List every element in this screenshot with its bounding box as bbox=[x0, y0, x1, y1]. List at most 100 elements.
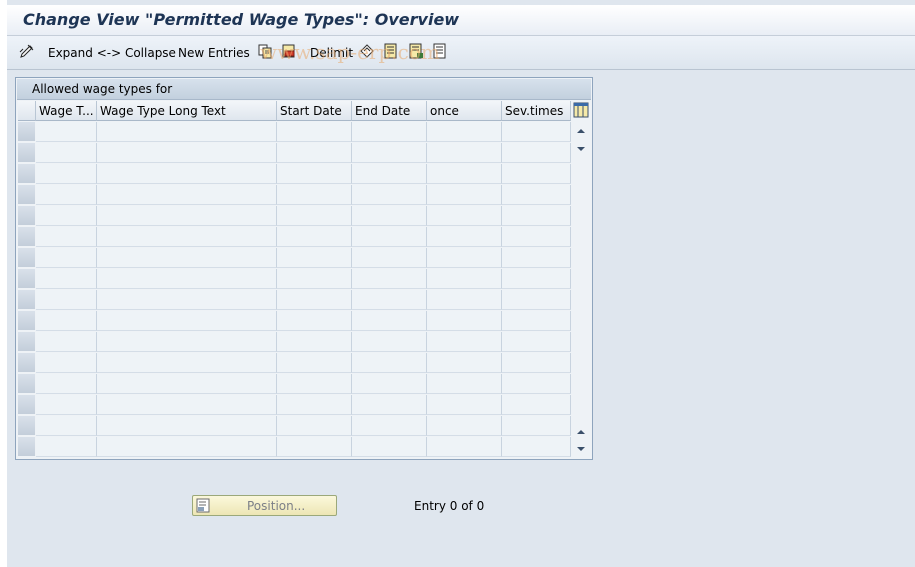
table-cell[interactable] bbox=[36, 185, 97, 205]
table-cell[interactable] bbox=[97, 332, 277, 352]
column-header-start-date[interactable]: Start Date bbox=[277, 101, 352, 121]
select-all-icon[interactable] bbox=[383, 43, 399, 59]
table-cell[interactable] bbox=[36, 311, 97, 331]
vertical-scrollbar[interactable] bbox=[572, 122, 590, 457]
table-cell[interactable] bbox=[97, 416, 277, 436]
table-cell[interactable] bbox=[97, 206, 277, 226]
copy-as-icon[interactable] bbox=[257, 43, 273, 59]
table-cell[interactable] bbox=[427, 164, 502, 184]
delimit-button[interactable]: Delimit bbox=[310, 44, 353, 62]
column-header-end-date[interactable]: End Date bbox=[352, 101, 427, 121]
table-cell[interactable] bbox=[36, 269, 97, 289]
table-cell[interactable] bbox=[277, 353, 352, 373]
table-cell[interactable] bbox=[352, 437, 427, 457]
row-selector[interactable] bbox=[18, 374, 35, 394]
table-cell[interactable] bbox=[502, 206, 571, 226]
table-cell[interactable] bbox=[36, 332, 97, 352]
row-selector[interactable] bbox=[18, 248, 35, 268]
table-cell[interactable] bbox=[277, 122, 352, 142]
table-cell[interactable] bbox=[502, 164, 571, 184]
scroll-up-icon[interactable] bbox=[576, 126, 586, 136]
column-header-sev-times[interactable]: Sev.times bbox=[502, 101, 571, 121]
undo-change-icon[interactable] bbox=[359, 43, 375, 59]
table-cell[interactable] bbox=[502, 290, 571, 310]
table-cell[interactable] bbox=[352, 332, 427, 352]
table-cell[interactable] bbox=[36, 206, 97, 226]
table-cell[interactable] bbox=[352, 290, 427, 310]
table-cell[interactable] bbox=[427, 206, 502, 226]
row-selector[interactable] bbox=[18, 332, 35, 352]
table-cell[interactable] bbox=[277, 143, 352, 163]
row-selector[interactable] bbox=[18, 416, 35, 436]
delete-icon[interactable] bbox=[281, 43, 297, 59]
table-cell[interactable] bbox=[97, 437, 277, 457]
table-cell[interactable] bbox=[502, 122, 571, 142]
table-cell[interactable] bbox=[97, 311, 277, 331]
scroll-down-icon[interactable] bbox=[576, 144, 586, 154]
table-cell[interactable] bbox=[36, 227, 97, 247]
table-cell[interactable] bbox=[36, 374, 97, 394]
row-selector[interactable] bbox=[18, 227, 35, 247]
table-cell[interactable] bbox=[97, 395, 277, 415]
table-cell[interactable] bbox=[427, 416, 502, 436]
table-cell[interactable] bbox=[427, 437, 502, 457]
table-cell[interactable] bbox=[97, 185, 277, 205]
table-cell[interactable] bbox=[502, 269, 571, 289]
table-cell[interactable] bbox=[427, 185, 502, 205]
table-cell[interactable] bbox=[502, 185, 571, 205]
column-header-once[interactable]: once bbox=[427, 101, 502, 121]
row-selector[interactable] bbox=[18, 353, 35, 373]
table-cell[interactable] bbox=[427, 143, 502, 163]
table-cell[interactable] bbox=[352, 353, 427, 373]
display-change-icon[interactable] bbox=[19, 43, 35, 59]
table-cell[interactable] bbox=[97, 290, 277, 310]
table-cell[interactable] bbox=[97, 374, 277, 394]
row-selector[interactable] bbox=[18, 143, 35, 163]
row-selector[interactable] bbox=[18, 122, 35, 142]
table-cell[interactable] bbox=[427, 122, 502, 142]
table-cell[interactable] bbox=[277, 290, 352, 310]
table-cell[interactable] bbox=[36, 416, 97, 436]
table-cell[interactable] bbox=[36, 290, 97, 310]
deselect-all-icon[interactable] bbox=[432, 43, 448, 59]
table-cell[interactable] bbox=[277, 269, 352, 289]
table-cell[interactable] bbox=[502, 143, 571, 163]
table-cell[interactable] bbox=[36, 395, 97, 415]
table-cell[interactable] bbox=[97, 227, 277, 247]
column-header-long-text[interactable]: Wage Type Long Text bbox=[97, 101, 277, 121]
row-selector[interactable] bbox=[18, 311, 35, 331]
table-cell[interactable] bbox=[502, 395, 571, 415]
table-cell[interactable] bbox=[502, 248, 571, 268]
table-cell[interactable] bbox=[502, 437, 571, 457]
table-cell[interactable] bbox=[427, 248, 502, 268]
table-cell[interactable] bbox=[352, 122, 427, 142]
table-cell[interactable] bbox=[502, 311, 571, 331]
table-cell[interactable] bbox=[352, 416, 427, 436]
table-cell[interactable] bbox=[36, 353, 97, 373]
row-selector[interactable] bbox=[18, 269, 35, 289]
table-cell[interactable] bbox=[352, 206, 427, 226]
table-cell[interactable] bbox=[277, 416, 352, 436]
table-cell[interactable] bbox=[352, 395, 427, 415]
table-cell[interactable] bbox=[502, 332, 571, 352]
new-entries-button[interactable]: New Entries bbox=[178, 44, 250, 62]
table-cell[interactable] bbox=[427, 332, 502, 352]
row-selector[interactable] bbox=[18, 164, 35, 184]
table-cell[interactable] bbox=[277, 395, 352, 415]
position-button[interactable]: Position... bbox=[192, 495, 337, 516]
table-cell[interactable] bbox=[36, 437, 97, 457]
row-selector[interactable] bbox=[18, 185, 35, 205]
table-cell[interactable] bbox=[352, 164, 427, 184]
table-cell[interactable] bbox=[97, 164, 277, 184]
table-cell[interactable] bbox=[277, 227, 352, 247]
table-cell[interactable] bbox=[502, 353, 571, 373]
table-cell[interactable] bbox=[97, 269, 277, 289]
row-selector[interactable] bbox=[18, 395, 35, 415]
table-cell[interactable] bbox=[97, 143, 277, 163]
table-cell[interactable] bbox=[427, 290, 502, 310]
table-cell[interactable] bbox=[36, 164, 97, 184]
table-cell[interactable] bbox=[502, 374, 571, 394]
table-cell[interactable] bbox=[36, 143, 97, 163]
table-cell[interactable] bbox=[277, 332, 352, 352]
table-cell[interactable] bbox=[427, 353, 502, 373]
